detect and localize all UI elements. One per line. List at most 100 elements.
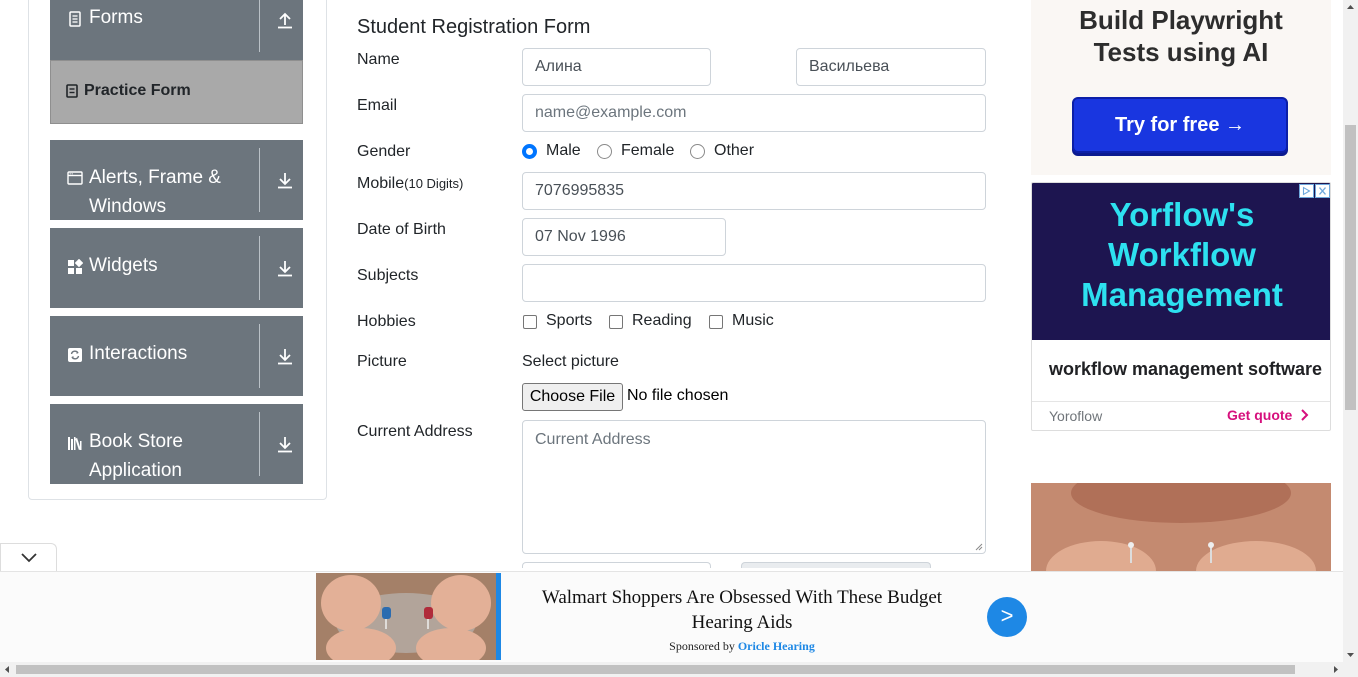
email-label: Email	[357, 97, 398, 114]
bottom-ad-sponsor: Sponsored by Oricle Hearing	[512, 639, 972, 654]
sponsor-name[interactable]: Oricle Hearing	[738, 639, 815, 653]
get-quote-label: Get quote	[1227, 407, 1293, 423]
sidebar-group-label: Widgets	[89, 255, 158, 276]
dob-input[interactable]: 07 Nov 1996	[522, 218, 726, 256]
mobile-hint: (10 Digits)	[404, 176, 464, 191]
picture-label: Picture	[357, 353, 407, 370]
download-arrow-icon[interactable]	[276, 347, 294, 365]
gender-male-radio[interactable]	[522, 144, 537, 159]
document-icon	[69, 11, 81, 27]
scroll-down-icon[interactable]	[1343, 648, 1358, 662]
sidebar-group-label: Interactions	[89, 343, 188, 364]
select-picture-label: Select picture	[522, 353, 619, 370]
hobby-reading-label[interactable]: Reading	[632, 312, 692, 330]
arrow-up-icon[interactable]	[276, 11, 294, 29]
group-separator	[259, 236, 260, 300]
ad-close-icon[interactable]	[1315, 184, 1330, 198]
sponsor-prefix: Sponsored by	[669, 639, 735, 653]
sidebar-group-interactions[interactable]: Interactions	[50, 316, 303, 396]
interactions-icon	[68, 348, 82, 362]
download-arrow-icon[interactable]	[276, 435, 294, 453]
sidebar-group-label: Book Store Application	[89, 431, 183, 481]
email-input[interactable]: name@example.com	[522, 94, 986, 132]
get-quote-link[interactable]: Get quote	[1227, 407, 1310, 423]
bottom-ad-go-button[interactable]: >	[987, 597, 1027, 637]
mobile-label-text: Mobile	[357, 175, 405, 192]
try-for-free-button[interactable]: Try for free →	[1072, 97, 1288, 153]
sidebar-group-widgets[interactable]: Widgets	[50, 228, 303, 308]
gender-female-label[interactable]: Female	[621, 142, 674, 160]
hearing-aids-thumbnail	[316, 573, 496, 660]
hobbies-label: Hobbies	[357, 313, 416, 330]
adchoices-icon[interactable]	[1299, 184, 1314, 198]
mobile-input[interactable]: 7076995835	[522, 172, 986, 210]
group-separator	[259, 324, 260, 388]
ad-divider	[1032, 401, 1330, 402]
hearing-aid-photo	[1031, 483, 1331, 573]
gender-other-label[interactable]: Other	[714, 142, 754, 160]
hobby-reading-checkbox[interactable]	[609, 315, 623, 329]
last-name-input[interactable]: Васильева	[796, 48, 986, 86]
hobby-sports-label[interactable]: Sports	[546, 312, 592, 330]
file-status-text: No file chosen	[627, 387, 729, 404]
scroll-up-icon[interactable]	[1343, 0, 1358, 14]
address-label: Current Address	[357, 423, 473, 440]
address-placeholder: Current Address	[535, 431, 651, 448]
ad-yoroflow-headline: Yorflow's Workflow Management	[1081, 196, 1283, 313]
chevron-down-icon	[21, 553, 37, 563]
group-separator	[259, 0, 260, 52]
sidebar-group-label: Forms	[89, 7, 143, 28]
horizontal-scroll-thumb[interactable]	[16, 665, 1295, 674]
gender-other-radio[interactable]	[690, 144, 705, 159]
bottom-ad-banner[interactable]: Walmart Shoppers Are Obsessed With These…	[0, 571, 1343, 662]
window-icon	[67, 171, 83, 185]
scroll-left-icon[interactable]	[0, 662, 14, 677]
collapse-ad-tab[interactable]	[0, 543, 57, 571]
scroll-right-icon[interactable]	[1329, 662, 1343, 677]
dob-label: Date of Birth	[357, 221, 446, 238]
subjects-input[interactable]	[522, 264, 986, 302]
bottom-ad-headline[interactable]: Walmart Shoppers Are Obsessed With These…	[512, 585, 972, 635]
gender-male-label[interactable]: Male	[546, 142, 581, 160]
form-title: Student Registration Form	[357, 16, 591, 38]
gender-label: Gender	[357, 143, 411, 160]
city-select-partial[interactable]	[741, 562, 931, 568]
ad-hearing-image[interactable]	[1031, 483, 1331, 573]
form-icon	[66, 84, 78, 98]
sidebar-item-practice-form[interactable]: Practice Form	[50, 60, 303, 124]
first-name-input[interactable]: Алина	[522, 48, 711, 86]
sidebar-group-alerts[interactable]: Alerts, Frame & Windows	[50, 140, 303, 220]
vertical-scrollbar[interactable]	[1343, 0, 1358, 662]
group-separator	[259, 412, 260, 476]
resize-grip-icon[interactable]	[975, 543, 983, 551]
widgets-icon	[68, 259, 83, 274]
subjects-label: Subjects	[357, 267, 419, 284]
ad-yoroflow-banner[interactable]: Yorflow's Workflow Management	[1032, 183, 1330, 340]
hobby-music-checkbox[interactable]	[709, 315, 723, 329]
sidebar-group-forms[interactable]: Forms	[50, 0, 303, 60]
hobby-sports-checkbox[interactable]	[523, 315, 537, 329]
ad-yoroflow[interactable]: Yorflow's Workflow Management workflow m…	[1031, 182, 1331, 431]
ad-playwright[interactable]: Build Playwright Tests using AI Try for …	[1031, 0, 1331, 175]
state-select-partial[interactable]	[522, 562, 711, 568]
mobile-label: Mobile(10 Digits)	[357, 175, 463, 193]
horizontal-scrollbar[interactable]	[0, 662, 1358, 677]
ad-playwright-headline: Build Playwright Tests using AI	[1079, 5, 1283, 67]
sidebar-group-book-store[interactable]: Book Store Application	[50, 404, 303, 484]
download-arrow-icon[interactable]	[276, 171, 294, 189]
vertical-scroll-thumb[interactable]	[1345, 125, 1356, 410]
books-icon	[68, 437, 82, 451]
current-address-textarea[interactable]: Current Address	[522, 420, 986, 554]
group-separator	[259, 148, 260, 212]
name-label: Name	[357, 51, 400, 68]
hobby-music-label[interactable]: Music	[732, 312, 774, 330]
sidebar-group-label: Alerts, Frame & Windows	[89, 167, 221, 217]
ad-yoroflow-brand: Yoroflow	[1049, 408, 1103, 424]
chevron-right-icon	[1301, 409, 1309, 421]
ad-yoroflow-description: workflow management software	[1049, 359, 1323, 379]
choose-file-button[interactable]: Choose File	[522, 383, 623, 411]
download-arrow-icon[interactable]	[276, 259, 294, 277]
ad-accent-bar	[496, 573, 501, 660]
sidebar-item-label: Practice Form	[84, 82, 191, 99]
gender-female-radio[interactable]	[597, 144, 612, 159]
